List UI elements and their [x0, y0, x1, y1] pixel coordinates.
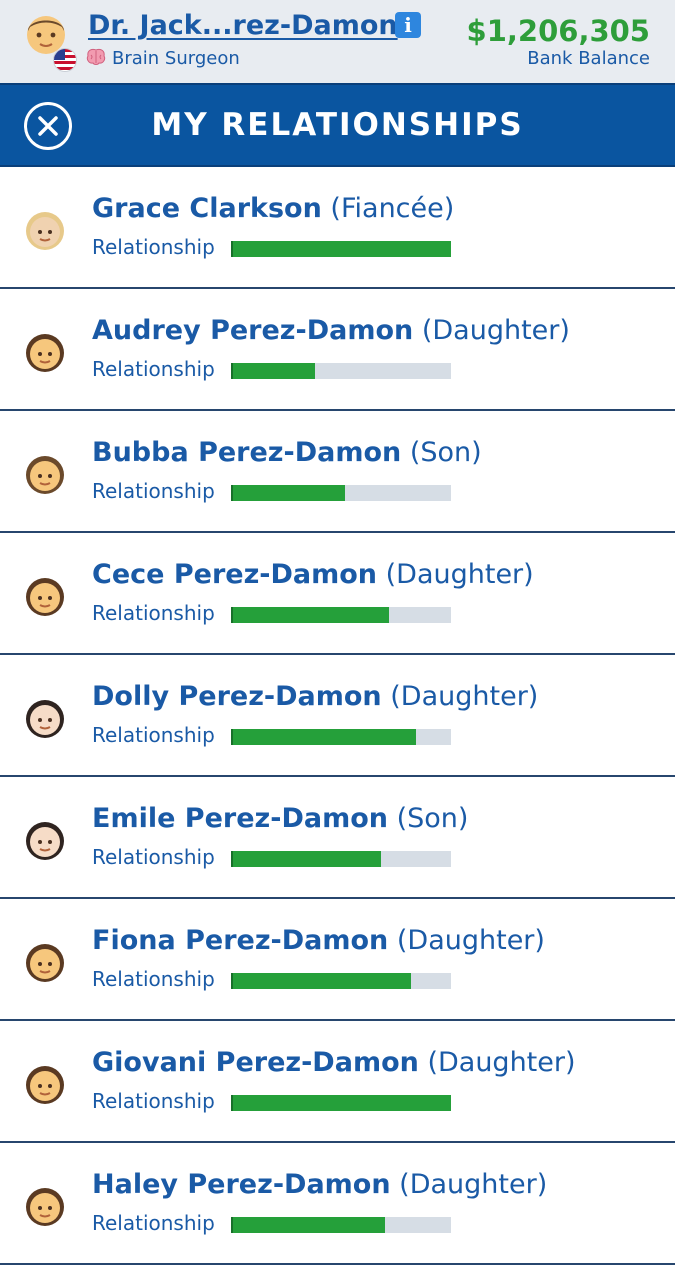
- person-avatar-icon: [21, 1181, 69, 1229]
- relationship-row[interactable]: Haley Perez-Damon (Daughter) Relationship: [0, 1143, 675, 1265]
- relationship-bar-fill: [231, 851, 381, 867]
- person-avatar-icon: [21, 571, 69, 619]
- person-name: Dolly Perez-Damon: [92, 681, 382, 712]
- bank-balance-label: Bank Balance: [527, 48, 650, 69]
- relationship-bar-fill: [231, 973, 411, 989]
- person-avatar-icon: [21, 693, 69, 741]
- bank-balance: $1,206,305: [466, 14, 650, 48]
- relationship-label: Relationship: [92, 1211, 215, 1235]
- title-bar: MY RELATIONSHIPS: [0, 83, 675, 167]
- person-relation: (Fiancée): [330, 193, 455, 224]
- relationship-row[interactable]: Giovani Perez-Damon (Daughter) Relationsh…: [0, 1021, 675, 1143]
- person-name: Bubba Perez-Damon: [92, 437, 402, 468]
- status-header: Dr. Jack...rez-Damon i Brain Surgeon $1,…: [0, 0, 675, 83]
- person-name: Giovani Perez-Damon: [92, 1047, 419, 1078]
- relationship-bar: [231, 729, 451, 745]
- relationship-bar-fill: [231, 363, 315, 379]
- relationship-label: Relationship: [92, 479, 215, 503]
- page-title: MY RELATIONSHIPS: [151, 107, 524, 143]
- relationship-label: Relationship: [92, 845, 215, 869]
- person-name-line: Dolly Perez-Damon (Daughter): [92, 681, 538, 712]
- person-name-line: Bubba Perez-Damon (Son): [92, 437, 482, 468]
- person-name: Audrey Perez-Damon: [92, 315, 414, 346]
- relationship-bar: [231, 1095, 451, 1111]
- relationship-bar: [231, 851, 451, 867]
- person-name-line: Emile Perez-Damon (Son): [92, 803, 468, 834]
- relationship-bar-fill: [231, 1217, 385, 1233]
- person-name: Emile Perez-Damon: [92, 803, 388, 834]
- person-name: Grace Clarkson: [92, 193, 322, 224]
- relationship-list: Grace Clarkson (Fiancée) Relationship Audr…: [0, 167, 675, 1265]
- relationship-row[interactable]: Fiona Perez-Damon (Daughter) Relationship: [0, 899, 675, 1021]
- us-flag-icon: [54, 49, 76, 71]
- relationship-row[interactable]: Emile Perez-Damon (Son) Relationship: [0, 777, 675, 899]
- relationship-bar-fill: [231, 1095, 451, 1111]
- person-name-line: Audrey Perez-Damon (Daughter): [92, 315, 570, 346]
- person-relation: (Daughter): [385, 559, 534, 590]
- person-name-line: Giovani Perez-Damon (Daughter): [92, 1047, 576, 1078]
- person-avatar-icon: [21, 1059, 69, 1107]
- relationship-bar: [231, 973, 451, 989]
- person-relation: (Daughter): [421, 315, 570, 346]
- occupation: Brain Surgeon: [86, 48, 240, 71]
- relationship-label: Relationship: [92, 235, 215, 259]
- relationship-bar: [231, 1217, 451, 1233]
- person-relation: (Daughter): [390, 681, 539, 712]
- relationship-row[interactable]: Audrey Perez-Damon (Daughter) Relationshi…: [0, 289, 675, 411]
- relationship-label: Relationship: [92, 601, 215, 625]
- relationship-bar: [231, 363, 451, 379]
- person-avatar-icon: [21, 327, 69, 375]
- person-name-line: Fiona Perez-Damon (Daughter): [92, 925, 545, 956]
- person-name: Fiona Perez-Damon: [92, 925, 389, 956]
- person-relation: (Son): [396, 803, 469, 834]
- relationship-label: Relationship: [92, 967, 215, 991]
- relationship-label: Relationship: [92, 357, 215, 381]
- relationship-bar-fill: [231, 729, 416, 745]
- person-relation: (Daughter): [427, 1047, 576, 1078]
- person-avatar-icon: [21, 937, 69, 985]
- relationship-bar: [231, 485, 451, 501]
- relationship-bar-fill: [231, 241, 451, 257]
- player-name-link[interactable]: Dr. Jack...rez-Damon: [88, 10, 398, 41]
- person-name: Cece Perez-Damon: [92, 559, 378, 590]
- person-avatar-icon: [21, 815, 69, 863]
- brain-icon: [86, 48, 106, 71]
- relationship-row[interactable]: Cece Perez-Damon (Daughter) Relationship: [0, 533, 675, 655]
- info-icon[interactable]: i: [395, 12, 421, 38]
- person-avatar-icon: [21, 449, 69, 497]
- relationship-label: Relationship: [92, 1089, 215, 1113]
- person-avatar-icon: [21, 205, 69, 253]
- person-name-line: Grace Clarkson (Fiancée): [92, 193, 454, 224]
- person-name-line: Cece Perez-Damon (Daughter): [92, 559, 534, 590]
- relationship-row[interactable]: Bubba Perez-Damon (Son) Relationship: [0, 411, 675, 533]
- relationship-bar-fill: [231, 607, 389, 623]
- person-relation: (Son): [409, 437, 482, 468]
- occupation-label: Brain Surgeon: [112, 48, 240, 69]
- relationship-label: Relationship: [92, 723, 215, 747]
- relationship-bar: [231, 241, 451, 257]
- relationship-row[interactable]: Dolly Perez-Damon (Daughter) Relationship: [0, 655, 675, 777]
- relationship-row[interactable]: Grace Clarkson (Fiancée) Relationship: [0, 167, 675, 289]
- person-name-line: Haley Perez-Damon (Daughter): [92, 1169, 547, 1200]
- person-relation: (Daughter): [396, 925, 545, 956]
- relationship-bar: [231, 607, 451, 623]
- person-name: Haley Perez-Damon: [92, 1169, 391, 1200]
- relationship-bar-fill: [231, 485, 345, 501]
- person-relation: (Daughter): [399, 1169, 548, 1200]
